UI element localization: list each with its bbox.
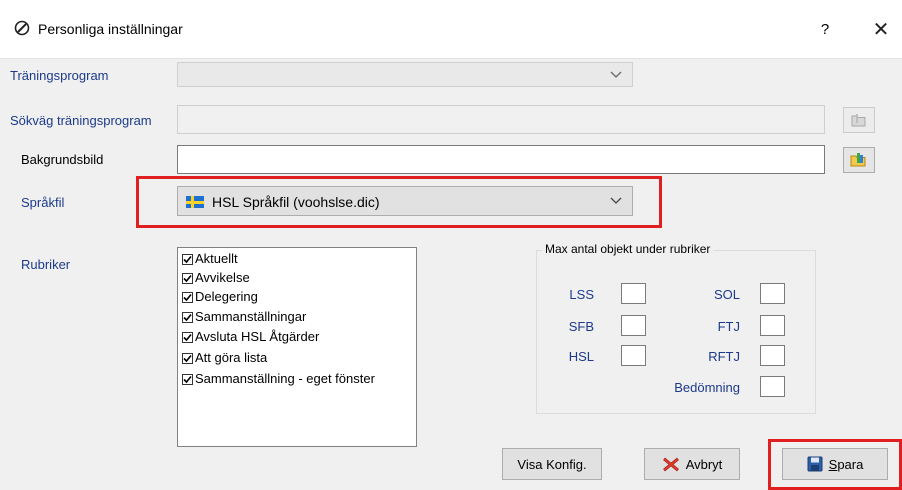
headings-checklist: Aktuellt Avvikelse Delegering Sammanstäl… (177, 247, 417, 447)
background-label: Bakgrundsbild (21, 152, 104, 167)
heading-sammanstallning-eget[interactable]: Sammanställning - eget fönster (182, 370, 375, 388)
ftj-input[interactable] (760, 315, 785, 336)
checkbox[interactable] (182, 352, 193, 364)
hsl-label: HSL (568, 349, 594, 364)
rftj-label: RFTJ (708, 349, 740, 364)
max-objects-group-title: Max antal objekt under rubriker (542, 242, 714, 256)
sol-input[interactable] (760, 283, 785, 304)
language-select-value: HSL Språkfil (voohslse.dic) (212, 194, 380, 210)
folder-icon (850, 153, 866, 167)
settings-icon (14, 20, 30, 36)
heading-label: Sammanställning - eget fönster (195, 371, 375, 386)
save-label: Spara (828, 456, 864, 472)
checkbox[interactable] (182, 253, 193, 265)
floppy-disk-icon (807, 456, 823, 472)
heading-aktuellt[interactable]: Aktuellt (182, 250, 238, 268)
window-title: Personliga inställningar (38, 21, 183, 37)
bedomning-input[interactable] (760, 376, 785, 397)
ftj-label: FTJ (717, 319, 740, 334)
checkbox[interactable] (182, 311, 193, 323)
checkbox[interactable] (182, 291, 193, 303)
cancel-label: Avbryt (685, 456, 723, 472)
visa-konfig-label: Visa Konfig. (517, 456, 587, 472)
cancel-x-icon (662, 456, 680, 472)
sol-label: SOL (713, 287, 740, 302)
save-button[interactable]: Spara (782, 448, 888, 480)
headings-label: Rubriker (21, 257, 71, 272)
heading-avsluta-hsl[interactable]: Avsluta HSL Åtgärder (182, 328, 319, 346)
training-program-label: Träningsprogram (10, 68, 109, 83)
folder-icon (851, 114, 866, 127)
training-path-label: Sökväg träningsprogram (10, 113, 152, 128)
sfb-input[interactable] (621, 315, 646, 336)
background-image-field[interactable] (177, 145, 825, 174)
browse-background-button[interactable] (843, 147, 875, 173)
heading-label: Delegering (195, 289, 258, 304)
sfb-label: SFB (568, 319, 594, 334)
lss-input[interactable] (621, 283, 646, 304)
heading-avvikelse[interactable]: Avvikelse (182, 269, 250, 287)
heading-att-gora-lista[interactable]: Att göra lista (182, 349, 267, 367)
heading-sammanstallningar[interactable]: Sammanställningar (182, 308, 306, 326)
visa-konfig-button[interactable]: Visa Konfig. (502, 448, 602, 480)
heading-label: Att göra lista (195, 350, 268, 365)
bedomning-label: Bedömning (674, 380, 740, 395)
training-path-field[interactable] (177, 105, 825, 134)
cancel-button[interactable]: Avbryt (644, 448, 740, 480)
chevron-down-icon (610, 197, 622, 204)
checkbox[interactable] (182, 272, 193, 284)
chevron-down-icon (610, 71, 622, 78)
browse-training-path-button[interactable] (843, 107, 875, 133)
language-select[interactable]: HSL Språkfil (voohslse.dic) (177, 186, 633, 216)
heading-label: Avvikelse (195, 270, 250, 285)
heading-delegering[interactable]: Delegering (182, 288, 258, 306)
training-program-select[interactable] (177, 62, 633, 87)
close-button[interactable]: ✕ (864, 15, 898, 45)
swedish-flag-icon (186, 196, 204, 208)
heading-label: Sammanställningar (195, 309, 307, 324)
language-label: Språkfil (21, 195, 65, 210)
checkbox[interactable] (182, 331, 193, 343)
hsl-input[interactable] (621, 345, 646, 366)
lss-label: LSS (569, 287, 594, 302)
rftj-input[interactable] (760, 345, 785, 366)
help-button[interactable]: ? (808, 15, 842, 45)
heading-label: Avsluta HSL Åtgärder (195, 329, 320, 344)
checkbox[interactable] (182, 373, 193, 385)
heading-label: Aktuellt (195, 251, 238, 266)
